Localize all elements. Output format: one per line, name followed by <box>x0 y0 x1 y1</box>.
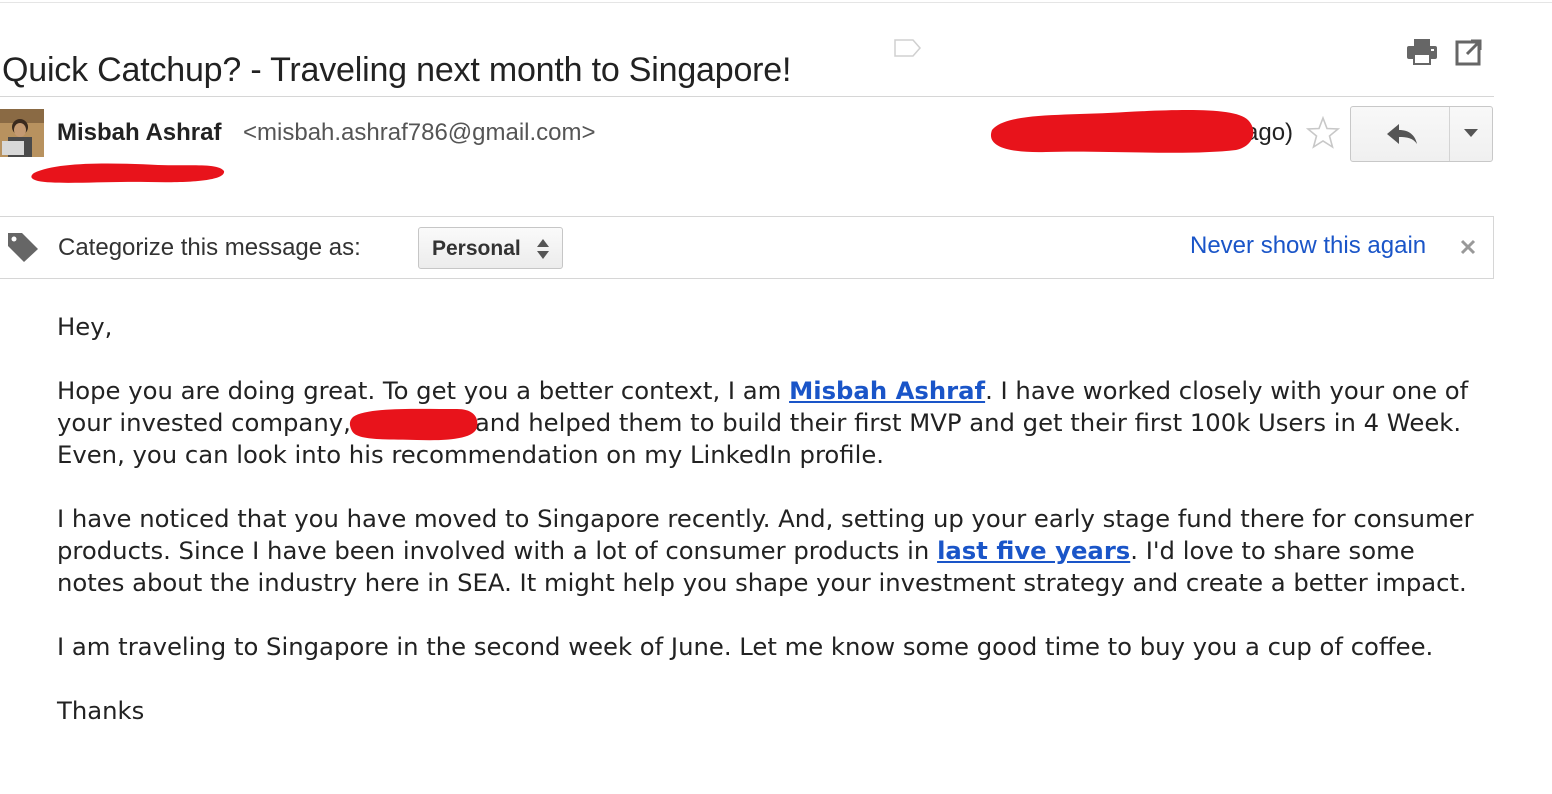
print-icon[interactable] <box>1406 38 1438 66</box>
redacted-company <box>349 407 478 441</box>
email-body: Hey, Hope you are doing great. To get yo… <box>57 311 1477 727</box>
star-icon[interactable] <box>1305 115 1341 150</box>
sender-name[interactable]: Misbah Ashraf <box>57 119 221 147</box>
body-paragraph-3: I am traveling to Singapore in the secon… <box>57 632 1434 661</box>
redacted-recipient <box>28 155 228 187</box>
sender-profile-link[interactable]: Misbah Ashraf <box>789 376 985 405</box>
redacted-date <box>986 106 1264 156</box>
portfolio-link[interactable]: last five years <box>937 536 1130 565</box>
top-divider <box>0 2 1552 3</box>
close-icon[interactable] <box>1458 237 1478 257</box>
greeting: Hey, <box>57 312 113 341</box>
closing: Thanks <box>57 696 145 725</box>
tag-icon <box>6 231 40 263</box>
new-window-icon[interactable] <box>1455 38 1483 66</box>
more-options-button[interactable] <box>1450 107 1492 161</box>
categorize-label: Categorize this message as: <box>58 234 361 261</box>
chevron-down-icon <box>1464 129 1478 137</box>
category-select-value: Personal <box>432 237 521 260</box>
never-show-again-link[interactable]: Never show this again <box>1190 232 1426 260</box>
reply-button-group <box>1350 106 1493 162</box>
body-paragraph-2: I have noticed that you have moved to Si… <box>57 504 1474 597</box>
label-icon[interactable] <box>894 38 922 58</box>
reply-button[interactable] <box>1351 107 1449 161</box>
categorize-bar: Categorize this message as: Personal Nev… <box>0 216 1494 279</box>
select-arrows-icon <box>537 239 549 259</box>
avatar <box>0 109 44 157</box>
header-divider <box>0 96 1494 97</box>
email-subject: Quick Catchup? - Traveling next month to… <box>2 50 792 89</box>
category-select[interactable]: Personal <box>418 227 563 269</box>
sender-email: <misbah.ashraf786@gmail.com> <box>243 119 596 146</box>
body-paragraph-1: Hope you are doing great. To get you a b… <box>57 376 1469 469</box>
